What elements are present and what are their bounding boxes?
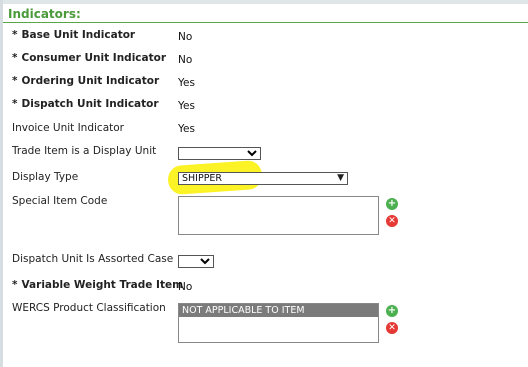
section-title: Indicators: [8,7,81,21]
invoice-unit-value: Yes [178,123,195,135]
remove-icon[interactable]: ✕ [386,215,398,227]
dispatch-unit-value: Yes [178,100,195,112]
display-unit-label: Trade Item is a Display Unit [12,145,157,157]
assorted-case-label: Dispatch Unit Is Assorted Case [12,253,174,265]
ordering-unit-label: * Ordering Unit Indicator [12,75,159,87]
display-type-label: Display Type [12,171,79,183]
required-marker: * [12,98,18,110]
assorted-case-select[interactable] [178,255,214,268]
dispatch-unit-label: * Dispatch Unit Indicator [12,98,159,110]
wercs-label: WERCS Product Classification [12,302,166,314]
dispatch-unit-label-text: Dispatch Unit Indicator [21,98,159,110]
variable-weight-value: No [178,281,193,293]
chevron-down-icon: ▼ [337,173,344,183]
add-icon[interactable]: + [386,198,398,210]
wercs-option-selected[interactable]: NOT APPLICABLE TO ITEM [179,304,378,317]
consumer-unit-label: * Consumer Unit Indicator [12,52,166,64]
required-marker: * [12,29,18,41]
ordering-unit-value: Yes [178,77,195,89]
remove-icon[interactable]: ✕ [386,322,398,334]
ordering-unit-label-text: Ordering Unit Indicator [21,75,160,87]
base-unit-label-text: Base Unit Indicator [21,29,136,41]
required-marker: * [12,52,18,64]
base-unit-value: No [178,31,193,43]
add-icon[interactable]: + [386,305,398,317]
wercs-listbox[interactable]: NOT APPLICABLE TO ITEM [178,303,379,343]
special-item-code-label: Special Item Code [12,195,108,207]
required-marker: * [12,75,18,87]
required-marker: * [12,279,18,291]
invoice-unit-label: Invoice Unit Indicator [12,122,124,134]
display-type-select[interactable]: SHIPPER ▼ [178,172,348,185]
header-band [3,0,528,4]
variable-weight-label-text: Variable Weight Trade Item [21,279,184,291]
display-unit-select[interactable] [178,147,261,160]
left-border [0,0,3,367]
consumer-unit-value: No [178,54,193,66]
display-type-value: SHIPPER [182,173,223,184]
special-item-code-field[interactable] [178,196,379,235]
section-divider [3,22,528,23]
consumer-unit-label-text: Consumer Unit Indicator [21,52,167,64]
base-unit-label: * Base Unit Indicator [12,29,135,41]
variable-weight-label: * Variable Weight Trade Item [12,279,183,291]
